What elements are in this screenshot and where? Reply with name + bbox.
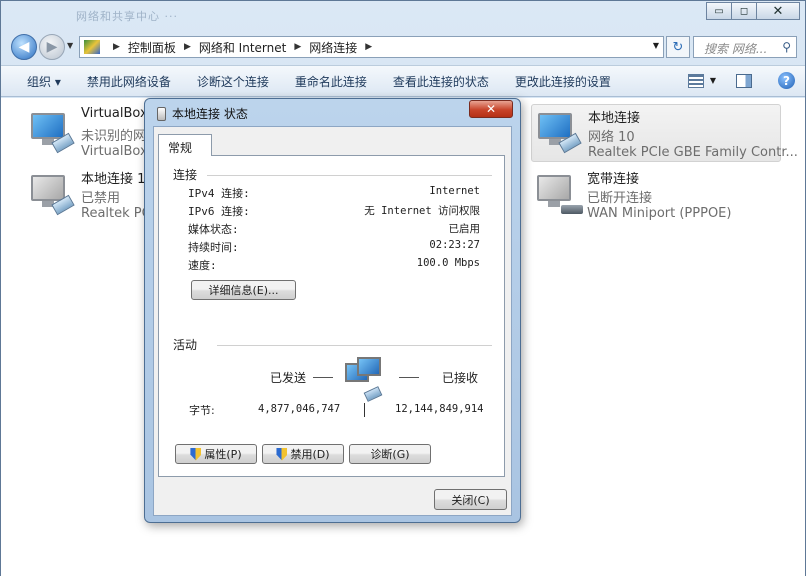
close-button[interactable]: ✕ <box>756 2 800 20</box>
breadcrumb-separator[interactable]: ▶ <box>113 42 120 52</box>
back-button[interactable]: ◀ <box>11 34 37 60</box>
ipv4-row: IPv4 连接: Internet <box>188 185 480 201</box>
received-connector <box>399 377 419 378</box>
tab-general[interactable]: 常规 <box>158 134 212 156</box>
breadcrumb-separator[interactable]: ▶ <box>294 42 301 52</box>
breadcrumb-network-internet[interactable]: 网络和 Internet <box>199 39 286 56</box>
dialog-title-bar: 本地连接 状态 <box>157 105 248 122</box>
properties-button[interactable]: 属性(P) <box>175 444 257 464</box>
minimize-button[interactable]: ▭ <box>706 2 732 20</box>
recent-pages-dropdown[interactable]: ▼ <box>67 41 73 50</box>
bytes-label: 字节: <box>189 404 215 417</box>
disable-button[interactable]: 禁用(D) <box>262 444 344 464</box>
caption-buttons: ▭ ◻ ✕ <box>706 2 800 20</box>
connection-local[interactable]: 本地连接 网络 10 Realtek PCIe GBE Family Contr… <box>531 104 798 162</box>
diagnose-button[interactable]: 诊断这个连接 <box>197 73 269 90</box>
uac-shield-icon <box>276 447 288 461</box>
view-options-dropdown[interactable]: ▼ <box>710 76 716 85</box>
search-placeholder: 搜索 网络... <box>704 42 768 56</box>
activity-group-title: 活动 <box>173 338 198 352</box>
media-state-label: 媒体状态: <box>188 223 239 236</box>
connection-name: 本地连接 <box>588 111 641 126</box>
breadcrumb-network-connections[interactable]: 网络连接 <box>309 39 357 56</box>
view-options-icon[interactable] <box>687 73 704 88</box>
general-tab-panel: 连接 IPv4 连接: Internet IPv6 连接: 无 Internet… <box>158 155 505 477</box>
search-icon[interactable]: ⚲ <box>782 40 791 54</box>
breadcrumb-control-panel[interactable]: 控制面板 <box>128 39 176 56</box>
ipv6-value: 无 Internet 访问权限 <box>364 205 480 217</box>
close-dialog-button[interactable]: 关闭(C) <box>434 489 507 510</box>
details-button[interactable]: 详细信息(E)... <box>191 280 296 300</box>
properties-button-label: 属性(P) <box>204 448 242 461</box>
activity-divider <box>364 403 365 417</box>
dialog-title: 本地连接 状态 <box>172 107 248 121</box>
preview-pane-icon[interactable] <box>736 73 752 88</box>
ipv6-row: IPv6 连接: 无 Internet 访问权限 <box>188 203 480 219</box>
network-adapter-disabled-icon <box>31 171 75 216</box>
duration-value: 02:23:27 <box>429 239 480 251</box>
connection-name: 本地连接 1 <box>81 172 146 187</box>
connection-device: VirtualBox <box>81 144 148 159</box>
connection-name: 宽带连接 <box>587 172 640 187</box>
media-state-value: 已启用 <box>448 223 481 235</box>
speed-value: 100.0 Mbps <box>416 257 480 269</box>
disable-button-label: 禁用(D) <box>290 448 330 461</box>
navigation-bar: ◀ ▶ ▼ ▶ 控制面板 ▶ 网络和 Internet ▶ 网络连接 ▶ ▼ ↻… <box>1 31 805 63</box>
organize-menu[interactable]: 组织 ▾ <box>27 73 61 90</box>
network-adapter-icon <box>538 109 582 154</box>
diagnose-dialog-button[interactable]: 诊断(G) <box>349 444 431 464</box>
duration-label: 持续时间: <box>188 241 239 254</box>
breadcrumb-separator[interactable]: ▶ <box>184 42 191 52</box>
maximize-button[interactable]: ◻ <box>731 2 757 20</box>
connection-status: 已断开连接 <box>587 191 653 206</box>
refresh-button[interactable]: ↻ <box>666 36 690 58</box>
network-adapter-icon <box>31 109 75 154</box>
ipv6-label: IPv6 连接: <box>188 205 250 218</box>
bytes-sent-value: 4,877,046,747 <box>258 403 341 415</box>
received-label: 已接收 <box>442 371 479 385</box>
activity-network-icon <box>345 357 387 402</box>
group-divider <box>207 175 492 176</box>
breadcrumb-separator[interactable]: ▶ <box>365 42 372 52</box>
disable-device-button[interactable]: 禁用此网络设备 <box>87 73 171 90</box>
dialog-body: 常规 连接 IPv4 连接: Internet IPv6 连接: 无 Inter… <box>153 126 512 516</box>
explorer-window: 网络和共享中心 ··· ▭ ◻ ✕ ◀ ▶ ▼ ▶ 控制面板 ▶ 网络和 Int… <box>0 0 806 576</box>
toolbar-right: ▼ ? <box>687 72 795 89</box>
search-input[interactable]: 搜索 网络... ⚲ <box>693 36 797 58</box>
broadband-modem-icon <box>537 171 583 215</box>
connection-device: Realtek PCIe GBE Family Contr... <box>588 145 798 160</box>
group-divider <box>217 345 492 346</box>
change-settings-button[interactable]: 更改此连接的设置 <box>515 73 611 90</box>
help-icon[interactable]: ? <box>778 72 795 89</box>
speed-row: 速度: 100.0 Mbps <box>188 257 480 273</box>
address-bar[interactable]: ▶ 控制面板 ▶ 网络和 Internet ▶ 网络连接 ▶ ▼ <box>79 36 664 58</box>
control-panel-icon <box>84 40 100 54</box>
sent-label: 已发送 <box>270 371 307 385</box>
view-status-button[interactable]: 查看此连接的状态 <box>393 73 489 90</box>
rename-button[interactable]: 重命名此连接 <box>295 73 367 90</box>
dialog-close-button[interactable]: ✕ <box>469 100 513 118</box>
speed-label: 速度: <box>188 259 217 272</box>
title-bar: 网络和共享中心 ··· ▭ ◻ ✕ <box>1 1 805 31</box>
command-bar: 组织 ▾ 禁用此网络设备 诊断这个连接 重命名此连接 查看此连接的状态 更改此连… <box>1 65 805 97</box>
forward-button[interactable]: ▶ <box>39 34 65 60</box>
connection-status-dialog: 本地连接 状态 ✕ 常规 连接 IPv4 连接: Internet IPv6 连… <box>144 98 521 523</box>
network-cable-icon <box>157 106 166 121</box>
connection-name: VirtualBox <box>81 106 148 121</box>
media-state-row: 媒体状态: 已启用 <box>188 221 480 237</box>
ipv4-value: Internet <box>429 185 480 197</box>
uac-shield-icon <box>190 447 202 461</box>
connection-device: WAN Miniport (PPPOE) <box>587 206 732 221</box>
connection-status: 已禁用 <box>81 191 121 206</box>
sent-connector <box>313 377 333 378</box>
connection-group-title: 连接 <box>173 168 198 182</box>
duration-row: 持续时间: 02:23:27 <box>188 239 480 255</box>
address-dropdown[interactable]: ▼ <box>653 41 659 50</box>
connection-broadband[interactable]: 宽带连接 已断开连接 WAN Miniport (PPPOE) <box>531 168 781 222</box>
ipv4-label: IPv4 连接: <box>188 187 250 200</box>
window-title: 网络和共享中心 ··· <box>76 10 178 23</box>
bytes-received-value: 12,144,849,914 <box>395 403 484 415</box>
connection-status: 网络 10 <box>588 130 635 145</box>
